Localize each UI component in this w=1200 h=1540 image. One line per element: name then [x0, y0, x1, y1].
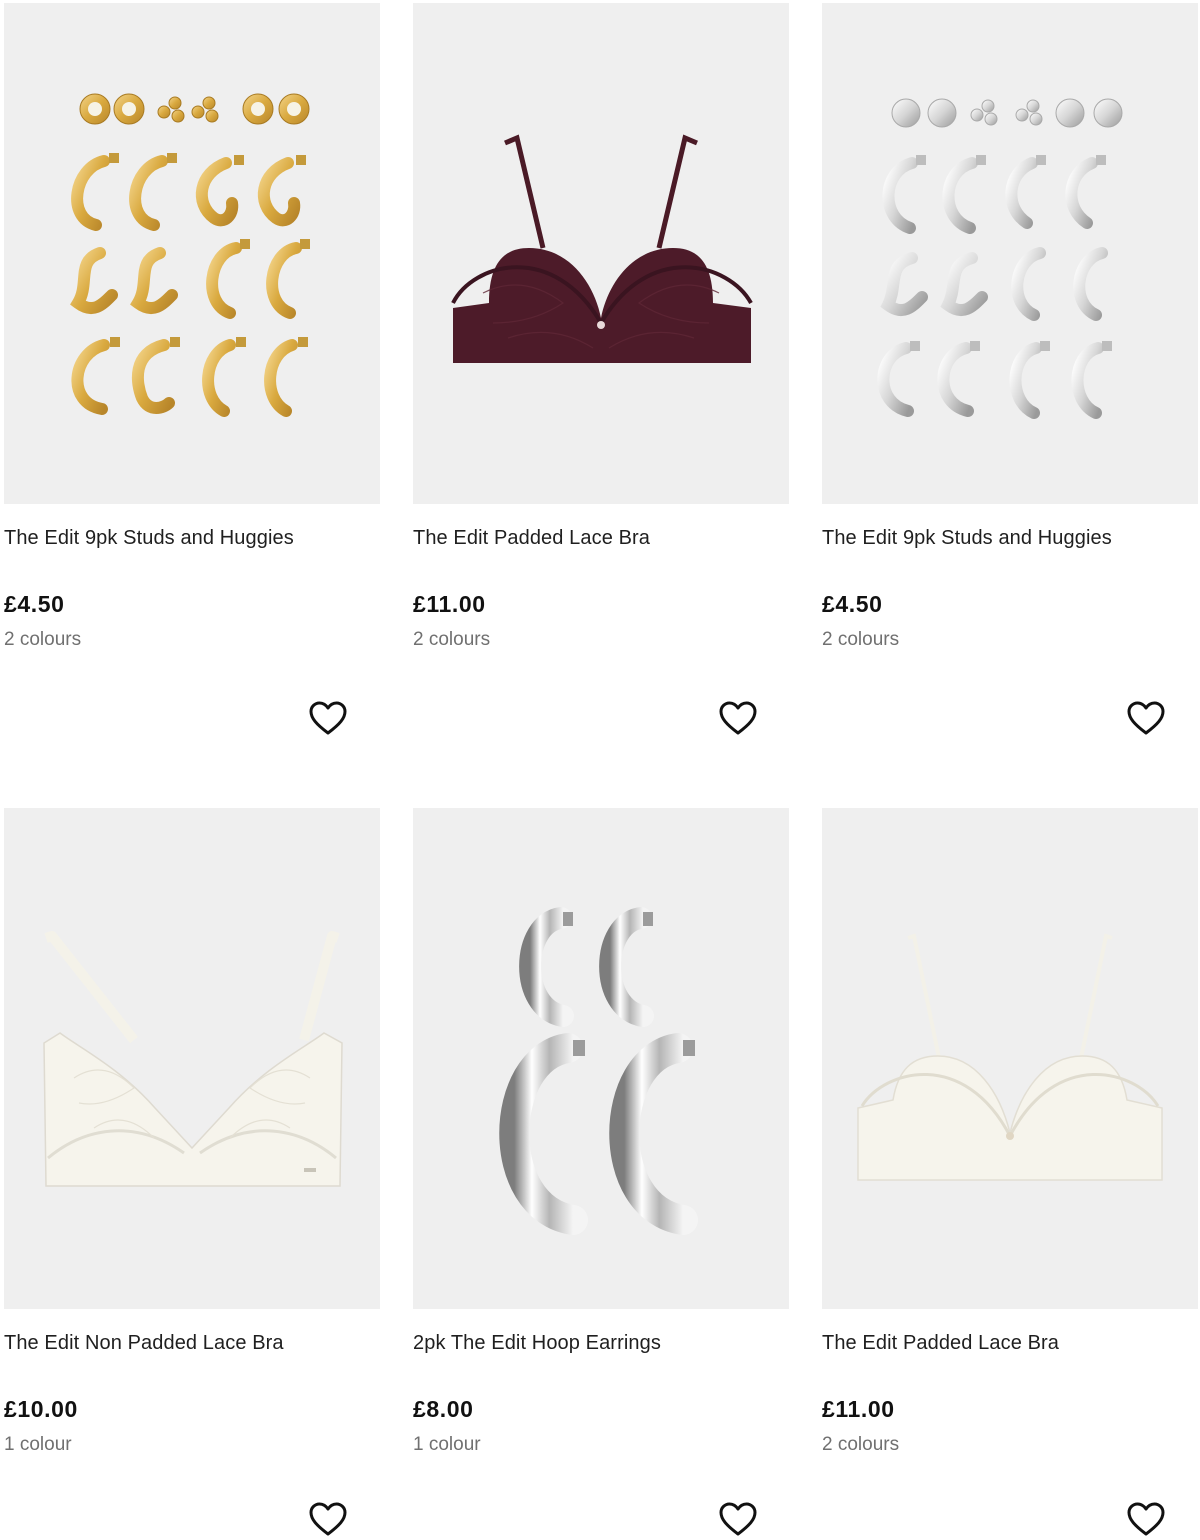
wishlist-heart-icon[interactable]	[308, 1500, 348, 1540]
wishlist-heart-icon[interactable]	[1126, 699, 1166, 739]
product-image-ivory-lace-bra[interactable]	[4, 808, 380, 1309]
wishlist-heart-icon[interactable]	[718, 699, 758, 739]
product-colours: 2 colours	[822, 1434, 900, 1455]
product-image-gold-earrings[interactable]	[4, 3, 380, 504]
product-image-silver-earrings[interactable]	[822, 3, 1198, 504]
product-colours: 2 colours	[822, 629, 900, 650]
product-title[interactable]: 2pk The Edit Hoop Earrings	[413, 1332, 661, 1355]
product-title[interactable]: The Edit 9pk Studs and Huggies	[822, 527, 1112, 550]
product-image-ivory-padded-bra[interactable]	[822, 808, 1198, 1309]
wishlist-heart-icon[interactable]	[1126, 1500, 1166, 1540]
wishlist-heart-icon[interactable]	[718, 1500, 758, 1540]
product-price: £11.00	[413, 591, 486, 617]
wishlist-heart-icon[interactable]	[308, 699, 348, 739]
product-title[interactable]: The Edit Non Padded Lace Bra	[4, 1332, 284, 1355]
product-image-silver-hoops[interactable]	[413, 808, 789, 1309]
product-title[interactable]: The Edit Padded Lace Bra	[822, 1332, 1059, 1355]
product-price: £4.50	[4, 591, 65, 617]
product-colours: 2 colours	[4, 629, 82, 650]
product-title[interactable]: The Edit Padded Lace Bra	[413, 527, 650, 550]
product-price: £4.50	[822, 591, 883, 617]
product-price: £10.00	[4, 1396, 78, 1422]
product-colours: 2 colours	[413, 629, 491, 650]
product-price: £11.00	[822, 1396, 895, 1422]
product-title[interactable]: The Edit 9pk Studs and Huggies	[4, 527, 294, 550]
product-price: £8.00	[413, 1396, 474, 1422]
product-colours: 1 colour	[4, 1434, 72, 1455]
product-image-burgundy-bra[interactable]	[413, 3, 789, 504]
product-colours: 1 colour	[413, 1434, 481, 1455]
